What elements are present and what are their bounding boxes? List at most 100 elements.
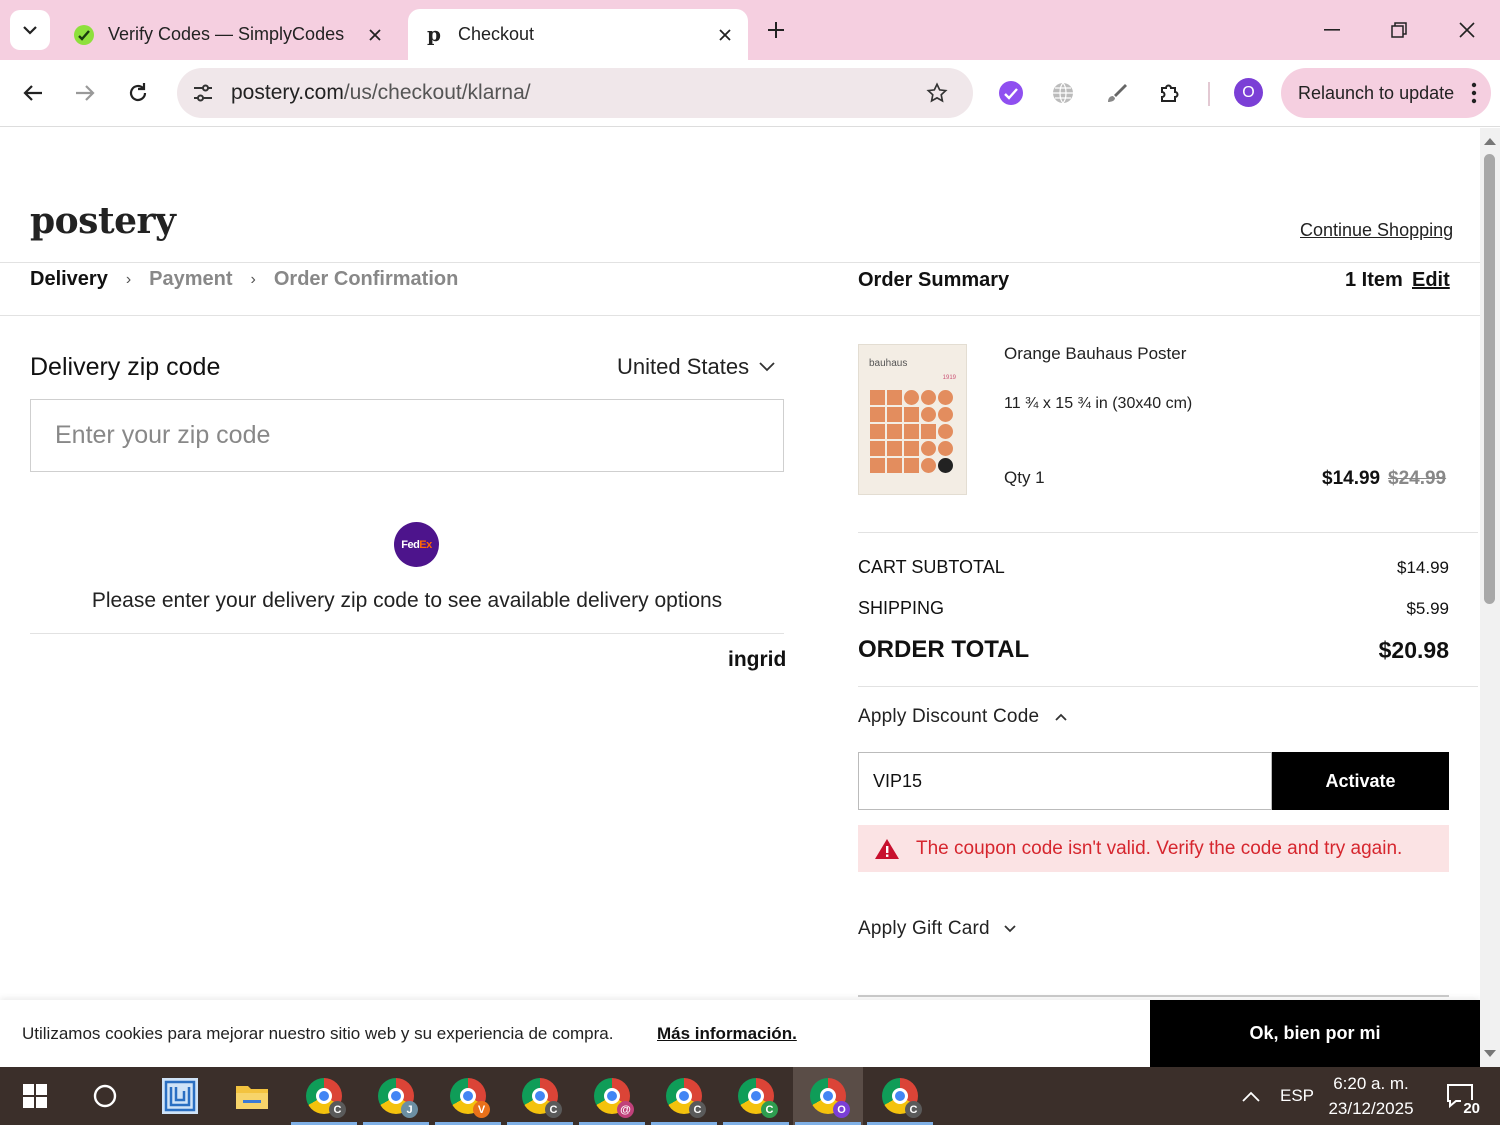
chevron-right-icon: ›	[250, 270, 256, 288]
gift-card-label: Apply Gift Card	[858, 918, 990, 939]
product-quantity: Qty 1	[1004, 468, 1045, 487]
chrome-icon: C	[882, 1078, 922, 1118]
taskbar-file-explorer[interactable]	[217, 1067, 287, 1125]
notifications-button[interactable]: 20	[1430, 1067, 1490, 1125]
url-text: postery.com/us/checkout/klarna/	[231, 81, 917, 105]
summary-divider	[858, 686, 1478, 687]
notification-count: 20	[1461, 1100, 1482, 1117]
country-select[interactable]: United States	[617, 354, 775, 380]
taskbar-chrome-2[interactable]: J	[361, 1067, 431, 1125]
restore-button[interactable]	[1376, 8, 1422, 52]
taskbar-chrome-6[interactable]: C	[649, 1067, 719, 1125]
profile-avatar[interactable]: O	[1234, 78, 1263, 107]
activate-button[interactable]: Activate	[1272, 752, 1449, 810]
minimize-button[interactable]	[1309, 8, 1355, 52]
delivery-divider	[30, 633, 784, 634]
continue-shopping-link[interactable]: Continue Shopping	[1300, 220, 1453, 241]
profile-badge: C	[761, 1101, 778, 1118]
zip-code-input[interactable]	[30, 399, 784, 472]
new-tab-button[interactable]	[760, 14, 792, 46]
edit-cart-link[interactable]: Edit	[1412, 269, 1450, 292]
start-button[interactable]	[0, 1067, 70, 1125]
breadcrumb-delivery[interactable]: Delivery	[30, 268, 108, 291]
clock-time: 6:20 a. m.	[1333, 1074, 1409, 1093]
scroll-down-icon[interactable]	[1484, 1050, 1496, 1057]
close-tab-icon[interactable]	[710, 20, 740, 50]
tab-simplycodes[interactable]: Verify Codes — SimplyCodes	[60, 9, 398, 60]
delivery-options-message: Please enter your delivery zip code to s…	[91, 589, 723, 612]
coupon-error-alert: The coupon code isn't valid. Verify the …	[858, 825, 1449, 872]
discount-code-input[interactable]	[858, 752, 1272, 810]
profile-badge: O	[833, 1101, 850, 1118]
address-bar[interactable]: postery.com/us/checkout/klarna/	[177, 68, 973, 118]
tab-title: Verify Codes — SimplyCodes	[108, 24, 345, 44]
folder-icon	[236, 1086, 268, 1109]
page-scrollbar[interactable]	[1480, 128, 1500, 1067]
taskbar-chrome-7[interactable]: C	[721, 1067, 791, 1125]
taskbar-app-maze[interactable]	[145, 1067, 215, 1125]
order-summary-title: Order Summary	[858, 269, 1010, 291]
scrollbar-thumb[interactable]	[1484, 154, 1495, 604]
cookie-more-info-link[interactable]: Más información.	[657, 1024, 797, 1044]
windows-logo-icon	[23, 1084, 47, 1108]
cookie-banner: Utilizamos cookies para mejorar nuestro …	[0, 1000, 1480, 1067]
breadcrumb-order-confirmation[interactable]: Order Confirmation	[274, 268, 458, 291]
taskbar-chrome-8[interactable]: O	[793, 1067, 863, 1125]
delivery-zip-label: Delivery zip code	[30, 353, 221, 381]
scroll-up-icon[interactable]	[1484, 138, 1496, 145]
checkout-page: postery Continue Shopping Delivery › Pay…	[0, 128, 1480, 1067]
site-settings-icon[interactable]	[181, 71, 225, 115]
apply-gift-card-toggle[interactable]: Apply Gift Card	[858, 918, 1016, 940]
brush-extension-icon[interactable]	[1097, 73, 1137, 113]
reload-button[interactable]	[118, 73, 158, 113]
taskbar-chrome-3[interactable]: V	[433, 1067, 503, 1125]
search-button[interactable]	[70, 1067, 140, 1125]
extension-purple-icon[interactable]	[991, 73, 1031, 113]
apply-discount-toggle[interactable]: Apply Discount Code	[858, 706, 1067, 728]
extensions-puzzle-icon[interactable]	[1150, 73, 1190, 113]
product-size: 11 ¾ x 15 ¾ in (30x40 cm)	[1004, 395, 1193, 412]
svg-text:p: p	[427, 24, 441, 46]
system-clock[interactable]: 6:20 a. m. 23/12/2025	[1318, 1071, 1424, 1121]
cart-subtotal-label: CART SUBTOTAL	[858, 557, 1005, 577]
more-vertical-icon[interactable]	[1471, 81, 1477, 105]
profile-badge: C	[545, 1101, 562, 1118]
cart-subtotal-value: $14.99	[1397, 558, 1449, 577]
summary-divider	[858, 532, 1478, 533]
taskbar-chrome-1[interactable]: C	[289, 1067, 359, 1125]
profile-badge: C	[689, 1101, 706, 1118]
close-tab-icon[interactable]	[360, 20, 390, 50]
product-thumbnail[interactable]: bauhaus 1919	[858, 344, 967, 495]
taskbar-chrome-5[interactable]: @	[577, 1067, 647, 1125]
forward-button[interactable]	[65, 73, 105, 113]
cookie-message: Utilizamos cookies para mejorar nuestro …	[22, 1024, 614, 1043]
arrow-left-icon	[23, 85, 42, 101]
back-button[interactable]	[13, 73, 53, 113]
chevron-up-icon	[1242, 1091, 1260, 1102]
show-hidden-icons-button[interactable]	[1228, 1067, 1274, 1125]
warning-icon	[875, 838, 899, 859]
browser-toolbar: postery.com/us/checkout/klarna/ O Relaun…	[0, 60, 1500, 127]
coupon-error-text: The coupon code isn't valid. Verify the …	[916, 837, 1403, 859]
cookie-accept-button[interactable]: Ok, bien por mi	[1150, 1000, 1480, 1067]
postery-favicon-icon: p	[422, 23, 446, 47]
product-name[interactable]: Orange Bauhaus Poster	[1004, 344, 1186, 364]
order-total-label: ORDER TOTAL	[858, 636, 1030, 663]
profile-badge: J	[401, 1101, 418, 1118]
site-logo[interactable]: postery	[30, 200, 176, 242]
chrome-icon: C	[306, 1078, 346, 1118]
globe-extension-icon[interactable]	[1043, 73, 1083, 113]
tab-checkout[interactable]: p Checkout	[408, 9, 748, 60]
close-window-button[interactable]	[1444, 8, 1490, 52]
taskbar-chrome-9[interactable]: C	[865, 1067, 935, 1125]
relaunch-to-update-button[interactable]: Relaunch to update	[1281, 68, 1491, 118]
taskbar-chrome-4[interactable]: C	[505, 1067, 575, 1125]
discount-label: Apply Discount Code	[858, 706, 1040, 727]
ingrid-logo: ingrid	[728, 648, 787, 671]
input-language[interactable]: ESP	[1280, 1086, 1314, 1106]
product-price: $14.99	[1322, 468, 1381, 489]
breadcrumb-payment[interactable]: Payment	[149, 268, 232, 291]
bookmark-star-icon[interactable]	[917, 73, 957, 113]
tab-search-button[interactable]	[10, 10, 50, 50]
chrome-icon: J	[378, 1078, 418, 1118]
